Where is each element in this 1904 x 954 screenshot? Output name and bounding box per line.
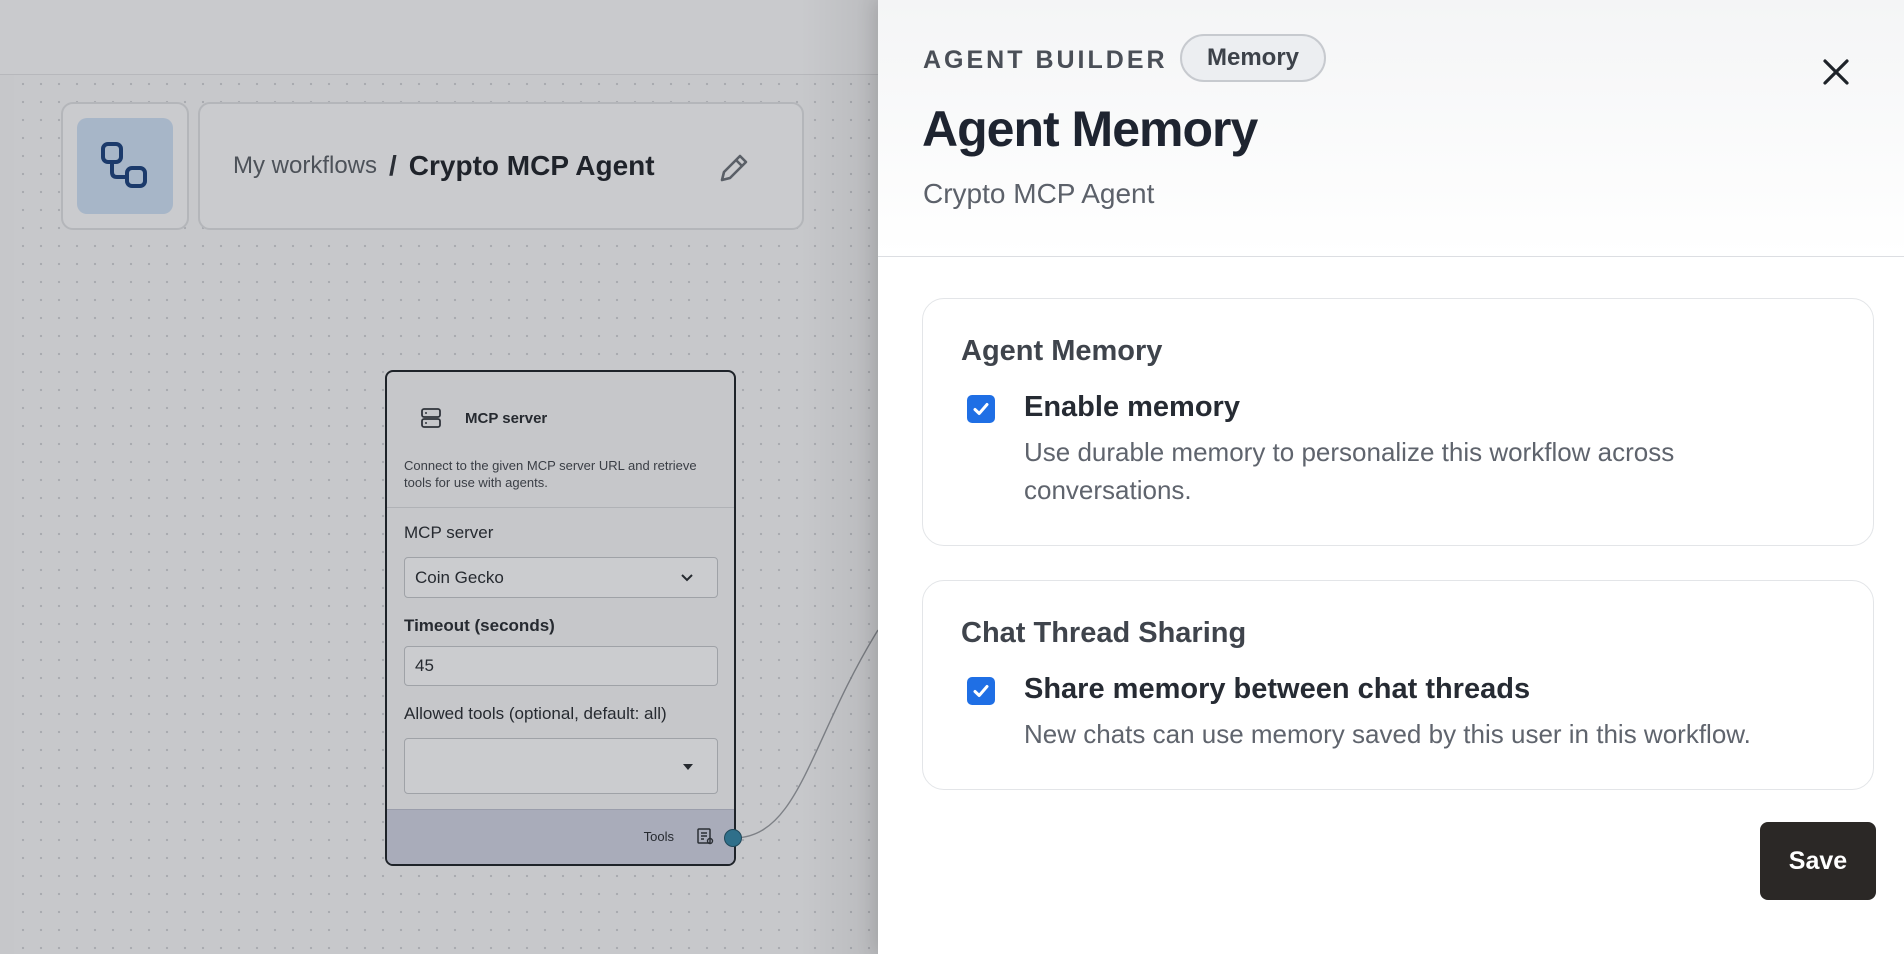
drawer-header: AGENT BUILDER Memory Agent Memory Crypto…	[878, 0, 1904, 257]
timeout-input[interactable]: 45	[404, 646, 718, 686]
section-heading: Agent Memory	[961, 335, 1163, 367]
section-heading: Chat Thread Sharing	[961, 617, 1247, 649]
breadcrumb-parent-link[interactable]: My workflows	[233, 152, 377, 180]
node-title: MCP server	[465, 410, 548, 427]
agent-memory-card: Agent Memory Enable memory Use durable m…	[922, 298, 1874, 546]
enable-memory-description: Use durable memory to personalize this w…	[1024, 437, 1675, 505]
close-icon	[1823, 59, 1849, 85]
chat-thread-sharing-card: Chat Thread Sharing Share memory between…	[922, 580, 1874, 790]
mcp-server-label: MCP server	[404, 523, 494, 542]
pencil-icon[interactable]	[714, 148, 754, 188]
memory-drawer: AGENT BUILDER Memory Agent Memory Crypto…	[878, 0, 1904, 954]
drawer-title: Agent Memory	[922, 101, 1258, 157]
tools-output-label: Tools	[643, 829, 674, 844]
canvas-top-bar	[0, 0, 878, 75]
chevron-down-icon	[681, 574, 693, 582]
caret-down-icon	[683, 764, 693, 770]
timeout-label: Timeout (seconds)	[404, 616, 555, 635]
breadcrumb-separator: /	[389, 150, 397, 181]
share-memory-label[interactable]: Share memory between chat threads	[1024, 673, 1530, 706]
app-logo	[77, 118, 173, 214]
enable-memory-checkbox[interactable]	[967, 395, 995, 423]
checkmark-icon	[973, 685, 989, 697]
workflow-title: Crypto MCP Agent	[408, 150, 655, 181]
timeout-value: 45	[415, 656, 434, 675]
drawer-subtitle: Crypto MCP Agent	[923, 178, 1155, 209]
app-logo-tile[interactable]	[61, 102, 189, 230]
share-memory-description: New chats can use memory saved by this u…	[1024, 719, 1751, 749]
allowed-tools-label: Allowed tools (optional, default: all)	[404, 704, 667, 723]
drawer-eyebrow: AGENT BUILDER	[923, 46, 1168, 74]
node-description: Connect to the given MCP server URL and …	[404, 458, 697, 490]
tools-list-icon	[696, 827, 714, 845]
workflow-nodes-icon	[101, 142, 147, 188]
node-header: MCP server Connect to the given MCP serv…	[387, 372, 734, 508]
node-footer: Tools	[387, 809, 734, 864]
checkmark-icon	[973, 403, 989, 415]
breadcrumb: My workflows / Crypto MCP Agent	[198, 102, 804, 230]
close-button[interactable]	[1816, 52, 1856, 92]
enable-memory-label[interactable]: Enable memory	[1024, 391, 1240, 424]
mcp-server-node[interactable]: MCP server Connect to the given MCP serv…	[385, 370, 736, 866]
workflow-canvas[interactable]: My workflows / Crypto MCP Agent MCP serv…	[0, 0, 878, 954]
server-icon	[419, 406, 443, 430]
memory-badge: Memory	[1180, 34, 1327, 82]
mcp-server-value: Coin Gecko	[415, 567, 504, 587]
mcp-server-select[interactable]: Coin Gecko	[404, 557, 718, 598]
save-button[interactable]: Save	[1760, 822, 1876, 900]
share-memory-checkbox[interactable]	[967, 677, 995, 705]
tools-output-port[interactable]	[724, 829, 742, 847]
allowed-tools-select[interactable]	[404, 738, 718, 794]
drawer-shadow	[800, 0, 878, 954]
